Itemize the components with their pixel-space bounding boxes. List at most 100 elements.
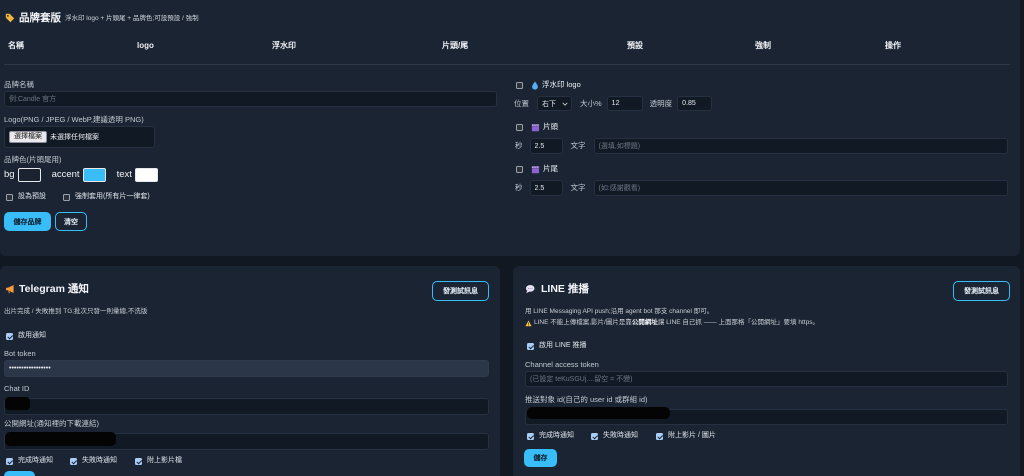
save-brand-button[interactable]: 儲存品牌 [4,212,51,231]
intro-text-input[interactable] [593,138,1008,154]
size-label: 大小% [580,98,602,108]
bot-token-input[interactable] [4,360,489,377]
brand-name-input[interactable] [4,91,497,107]
speech-bubble-icon [525,284,535,294]
watermark-position-select[interactable]: 右下 [537,96,572,111]
chat-id-input[interactable] [4,398,489,415]
line-enable-label: 啟用 LINE 推播 [539,342,587,349]
brand-panel: 品牌套版 浮水印 logo + 片頭尾 + 品牌色;可設預設 / 強制 名稱 l… [0,0,1020,256]
line-notify-complete-checkbox[interactable] [527,432,534,440]
intro-label: 片頭 [543,122,558,131]
line-title: LINE 推播 [541,283,589,295]
accent-color-swatch[interactable] [82,168,106,182]
line-save-button[interactable]: 儲存 [524,449,557,467]
telegram-description: 出片完成 / 失敗推到 TG;批次只發一則彙總,不洗版 [4,308,148,315]
intro-checkbox[interactable] [516,123,523,131]
outro-text-label: 文字 [570,183,586,192]
attach-video-label: 附上影片檔 [147,457,182,464]
outro-label: 片尾 [543,164,558,173]
warning-icon [525,320,532,327]
notify-complete-label: 完成時通知 [18,457,53,464]
line-test-button[interactable]: 發測試訊息 [953,281,1010,301]
notify-complete-checkbox[interactable] [6,457,13,465]
intro-controls: 秒 文字 [515,138,1008,154]
notify-failure-checkbox[interactable] [70,457,77,465]
choose-file-button[interactable]: 選擇檔案 [9,131,47,143]
line-enable-row: 啟用 LINE 推播 [527,341,586,351]
watermark-controls: 位置 右下 大小% 透明度 [514,96,713,111]
clapper-icon [531,165,540,174]
size-input[interactable] [606,96,643,111]
column-header-actions: 操作 [885,41,901,50]
brand-color-pickers: bg accent text [4,167,169,183]
outro-text-input[interactable] [593,180,1008,196]
table-divider [4,64,1010,65]
column-header-name: 名稱 [8,41,24,50]
brand-header: 品牌套版 浮水印 logo + 片頭尾 + 品牌色;可設預設 / 強制 [5,11,199,25]
logo-file-input[interactable]: 選擇檔案 未選擇任何檔案 [4,126,155,148]
redaction-mark [5,397,30,410]
chevron-down-icon [562,102,568,106]
bg-color-swatch[interactable] [17,168,41,182]
watermark-toggle-row: 浮水印 logo [516,80,581,90]
line-enable-checkbox[interactable] [527,342,534,350]
force-apply-label: 強制套用(所有片一律套) [75,193,150,200]
column-header-default: 預設 [627,41,643,50]
chat-id-field [4,395,489,415]
brand-actions: 儲存品牌 清空 [4,212,87,231]
position-value: 右下 [542,100,556,108]
warning-text-after: 讓 LINE 自己抓 —— 上面那格「公開網址」要填 https。 [657,319,819,326]
line-panel: LINE 推播 發測試訊息 用 LINE Messaging API push;… [513,266,1020,476]
telegram-options: 完成時通知 失敗時通知 附上影片檔 [6,456,182,466]
intro-text-label: 文字 [570,141,586,150]
brand-subtitle: 浮水印 logo + 片頭尾 + 品牌色;可設預設 / 強制 [65,14,199,22]
column-header-watermark: 浮水印 [272,41,296,50]
line-attach-media-checkbox[interactable] [656,432,663,440]
redaction-mark [527,407,670,419]
line-description: 用 LINE Messaging API push;沿用 agent bot 那… [525,308,714,315]
telegram-header: Telegram 通知 [5,282,89,296]
set-default-label: 設為預設 [18,193,46,200]
megaphone-icon [5,284,15,294]
line-notify-failure-checkbox[interactable] [591,432,598,440]
force-apply-checkbox[interactable] [63,193,70,201]
telegram-enable-label: 啟用通知 [18,332,46,339]
intro-seconds-label: 秒 [515,141,523,150]
telegram-test-button[interactable]: 發測試訊息 [432,281,489,301]
accent-color-label: accent [51,169,80,180]
clear-button[interactable]: 清空 [55,212,87,231]
attach-video-checkbox[interactable] [135,457,142,465]
watermark-checkbox[interactable] [516,81,523,89]
channel-token-input[interactable] [525,371,1008,387]
redaction-mark [5,432,116,446]
set-default-checkbox[interactable] [6,193,13,201]
opacity-input[interactable] [677,96,713,111]
line-attach-media-label: 附上影片 / 圖片 [668,432,716,439]
line-notify-failure-label: 失敗時通知 [603,432,638,439]
brand-title: 品牌套版 [19,12,61,24]
telegram-enable-checkbox[interactable] [6,332,13,340]
public-url-label: 公開網址(通知裡的下載連結) [4,419,99,428]
outro-controls: 秒 文字 [515,180,1008,196]
push-target-field [525,405,1008,425]
clapper-icon [531,123,540,132]
line-header: LINE 推播 [525,282,589,296]
text-color-swatch[interactable] [134,168,158,182]
telegram-save-button[interactable] [4,471,35,476]
outro-seconds-input[interactable] [529,180,563,196]
intro-seconds-input[interactable] [529,138,563,154]
warning-text-before: LINE 不能上傳檔案,影片/圖片是靠 [534,319,632,326]
watermark-label: 浮水印 logo [542,80,581,89]
position-label: 位置 [514,98,529,108]
push-target-label: 推送對象 id(自己的 user id 或群組 id) [525,395,648,404]
warning-text-bold: 公開網址 [631,319,658,326]
bg-color-label: bg [4,169,15,180]
text-color-label: text [116,169,132,180]
column-header-intro-outro: 片頭/尾 [442,41,469,50]
brand-color-label: 品牌色(片頭尾用) [4,155,62,164]
line-options: 完成時通知 失敗時通知 附上影片 / 圖片 [527,431,716,441]
channel-token-label: Channel access token [525,360,599,369]
outro-checkbox[interactable] [516,165,523,173]
outro-toggle-row: 片尾 [516,164,558,174]
column-header-force: 強制 [755,41,771,50]
